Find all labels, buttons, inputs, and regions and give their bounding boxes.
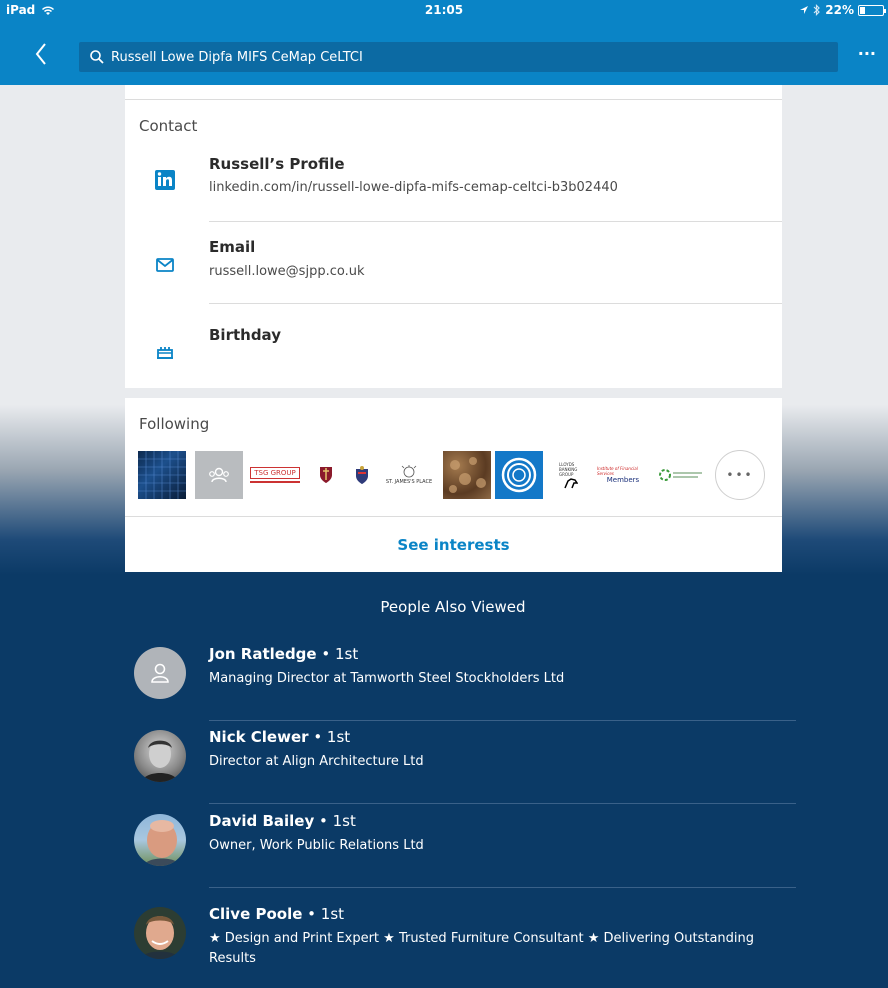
search-icon [90, 50, 104, 64]
person-headline: ★ Design and Print Expert ★ Trusted Furn… [209, 931, 755, 966]
person-headline: Managing Director at Tamworth Steel Stoc… [209, 671, 565, 686]
envelope-icon [156, 258, 174, 272]
following-card: Following TSG GROUP ST. JAMES'S PLACE LL… [125, 398, 782, 572]
logo-st-james-place[interactable]: ST. JAMES'S PLACE [381, 451, 437, 499]
card-top-divider [125, 99, 782, 100]
email-value[interactable]: russell.lowe@sjpp.co.uk [209, 264, 364, 279]
birthday-cake-icon [157, 347, 173, 359]
person-headline: Director at Align Architecture Ltd [209, 754, 424, 769]
battery-icon [858, 4, 886, 16]
person-item[interactable]: Jon Ratledge • 1st Managing Director at … [134, 637, 796, 721]
connection-degree: • 1st [316, 645, 359, 663]
status-right: 22% [799, 3, 886, 17]
search-bar[interactable] [79, 42, 838, 72]
connection-degree: • 1st [308, 728, 351, 746]
nav-bar: ··· [0, 20, 888, 85]
connection-degree: • 1st [314, 812, 356, 830]
person-placeholder-icon [151, 663, 169, 683]
bluetooth-icon [813, 4, 821, 16]
contact-label-birthday: Birthday [209, 326, 281, 344]
person-name: Jon Ratledge • 1st [209, 645, 359, 663]
clock: 21:05 [424, 3, 464, 17]
contact-label-profile: Russell’s Profile [209, 155, 345, 173]
person-item[interactable]: Clive Poole • 1st ★ Design and Print Exp… [134, 897, 796, 981]
person-name: David Bailey • 1st [209, 812, 356, 830]
person-item[interactable]: Nick Clewer • 1st Director at Align Arch… [134, 720, 796, 804]
linkedin-icon [155, 170, 175, 190]
contact-row-profile[interactable]: Russell’s Profile linkedin.com/in/russel… [125, 140, 782, 222]
person-name: Clive Poole • 1st [209, 905, 345, 923]
person-headline: Owner, Work Public Relations Ltd [209, 838, 424, 853]
status-bar: iPad 21:05 22% [0, 0, 888, 20]
logo-tsg-group[interactable]: TSG GROUP [249, 451, 301, 499]
following-logos: TSG GROUP ST. JAMES'S PLACE LLOYDS BANKI… [138, 450, 765, 500]
contact-card: Contact Russell’s Profile linkedin.com/i… [125, 85, 782, 388]
battery-percent: 22% [825, 3, 854, 17]
person-name: Nick Clewer • 1st [209, 728, 351, 746]
logo-crest-2[interactable] [347, 451, 377, 499]
logo-members[interactable]: Institute of Financial Services Members [597, 451, 649, 499]
profile-url[interactable]: linkedin.com/in/russell-lowe-dipfa-mifs-… [209, 180, 618, 195]
following-section-title: Following [139, 415, 210, 433]
logo-brown-pattern[interactable] [443, 451, 491, 499]
back-button[interactable] [34, 42, 54, 70]
row-divider [209, 887, 796, 888]
more-options-button[interactable]: ··· [858, 44, 876, 63]
contact-row-birthday[interactable]: Birthday [125, 304, 782, 386]
contact-section-title: Contact [139, 117, 198, 135]
people-also-viewed-title: People Also Viewed [380, 598, 526, 616]
logo-blue-circles[interactable] [495, 451, 543, 499]
avatar [134, 907, 186, 959]
chevron-left-icon [35, 43, 46, 65]
logo-crest[interactable] [311, 451, 341, 499]
logo-green[interactable] [655, 451, 707, 499]
avatar [134, 730, 186, 782]
more-following-button[interactable]: ••• [715, 450, 765, 500]
avatar [134, 647, 186, 699]
location-arrow-icon [800, 6, 809, 14]
contact-label-email: Email [209, 238, 256, 256]
logo-lloyds-banking[interactable]: LLOYDS BANKING GROUP [553, 451, 589, 499]
search-input[interactable] [111, 49, 811, 65]
logo-group-placeholder[interactable] [195, 451, 243, 499]
connection-degree: • 1st [302, 905, 345, 923]
contact-row-email[interactable]: Email russell.lowe@sjpp.co.uk [125, 222, 782, 304]
avatar [134, 814, 186, 866]
person-item[interactable]: David Bailey • 1st Owner, Work Public Re… [134, 804, 796, 888]
see-interests-button[interactable]: See interests [125, 516, 782, 572]
logo-building[interactable] [138, 451, 186, 499]
